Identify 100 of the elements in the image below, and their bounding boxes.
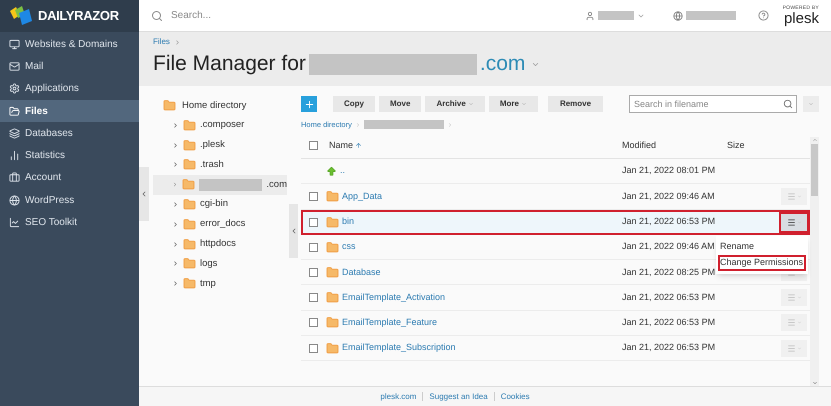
modified-date: Jan 21, 2022 09:46 AM bbox=[622, 190, 715, 201]
folder-icon bbox=[326, 216, 339, 229]
sidebar-item[interactable]: Statistics bbox=[0, 144, 139, 167]
sidebar-item[interactable]: SEO Toolkit bbox=[0, 211, 139, 234]
checkbox[interactable] bbox=[308, 141, 318, 150]
add-button[interactable] bbox=[301, 96, 317, 112]
folder-icon bbox=[183, 218, 196, 231]
folder-icon bbox=[163, 99, 176, 112]
tree-item-label: cgi-bin bbox=[200, 197, 228, 212]
tree-item[interactable]: error_docs bbox=[153, 214, 287, 234]
row-menu-button[interactable] bbox=[781, 214, 807, 231]
envelope-icon bbox=[9, 60, 20, 72]
file-name-link[interactable]: EmailTemplate_Activation bbox=[342, 290, 446, 304]
file-name-link[interactable]: .. bbox=[340, 164, 346, 178]
briefcase-icon bbox=[9, 172, 20, 184]
caret-icon bbox=[520, 101, 527, 107]
help-icon[interactable] bbox=[758, 10, 769, 21]
tree-item[interactable]: .plesk bbox=[153, 135, 287, 156]
menu-icon bbox=[786, 293, 796, 302]
user-icon[interactable] bbox=[584, 10, 595, 20]
globe-icon[interactable] bbox=[672, 10, 683, 20]
up-arrow-icon bbox=[326, 166, 337, 177]
plesk-logo[interactable]: plesk bbox=[784, 10, 819, 26]
page-title: File Manager for bbox=[153, 51, 306, 77]
redaction-bar bbox=[199, 178, 262, 191]
tree-item[interactable]: .trash bbox=[153, 155, 287, 175]
chevron-right-icon bbox=[172, 142, 179, 149]
column-header[interactable]: Name bbox=[329, 138, 362, 152]
menu-item[interactable]: Rename bbox=[718, 238, 806, 255]
chevron-up-icon bbox=[812, 137, 818, 143]
footer-link[interactable]: Cookies bbox=[500, 390, 530, 402]
footer-link[interactable]: plesk.com bbox=[380, 390, 416, 402]
tree-item[interactable]: httpdocs bbox=[153, 234, 287, 254]
search-field[interactable]: Search... bbox=[171, 8, 577, 23]
scrollbar[interactable] bbox=[810, 137, 819, 386]
sidebar-item[interactable]: Databases bbox=[0, 122, 139, 144]
chevron-right-icon bbox=[172, 220, 179, 228]
toolbar-button[interactable]: Remove bbox=[548, 96, 604, 112]
toolbar-button[interactable]: Copy bbox=[333, 96, 375, 112]
file-name-link[interactable]: EmailTemplate_Feature bbox=[342, 316, 438, 330]
table-row[interactable]: .. Jan 21, 2022 08:01 PM bbox=[301, 159, 810, 184]
caret-icon bbox=[796, 220, 802, 225]
brand-name: DAILYRAZOR bbox=[38, 7, 119, 26]
sidebar-item[interactable]: WordPress bbox=[0, 189, 139, 212]
folder-icon bbox=[326, 316, 339, 330]
bar-chart-icon bbox=[9, 150, 20, 162]
sidebar-item[interactable]: Account bbox=[0, 166, 139, 190]
toolbar-button[interactable]: More bbox=[488, 96, 538, 112]
column-header[interactable]: Modified bbox=[622, 138, 656, 152]
tree-item-label: .composer bbox=[200, 118, 244, 132]
tree-item-label: httpdocs bbox=[200, 237, 236, 252]
menu-icon bbox=[786, 318, 796, 328]
column-header[interactable]: Size bbox=[727, 138, 745, 152]
tree-item[interactable]: logs bbox=[153, 254, 287, 274]
toolbar-button[interactable]: Move bbox=[379, 96, 422, 112]
chevron-right-icon bbox=[172, 122, 179, 129]
checkbox[interactable] bbox=[308, 268, 318, 277]
sidebar-item[interactable]: Mail bbox=[0, 55, 139, 78]
tree-item[interactable]: .com bbox=[153, 174, 287, 195]
tree-item[interactable]: Home directory bbox=[182, 98, 246, 113]
tree-item[interactable]: .composer bbox=[153, 116, 287, 136]
redaction-bar bbox=[686, 11, 736, 20]
search-icon bbox=[151, 10, 163, 22]
checkbox[interactable] bbox=[308, 242, 318, 252]
sidebar-item[interactable]: Applications bbox=[0, 78, 139, 100]
file-name-link[interactable]: App_Data bbox=[342, 190, 382, 204]
sidebar-item[interactable]: Websites & Domains bbox=[0, 33, 139, 56]
checkbox[interactable] bbox=[308, 344, 318, 353]
checkbox[interactable] bbox=[308, 192, 318, 201]
table-row[interactable]: EmailTemplate_Subscription Jan 21, 2022 06:53 PM bbox=[301, 336, 810, 362]
toolbar-button[interactable]: Archive bbox=[425, 96, 485, 112]
breadcrumb-link[interactable]: Files bbox=[153, 36, 170, 48]
modified-date: Jan 21, 2022 06:53 PM bbox=[622, 216, 716, 226]
table-row[interactable]: EmailTemplate_Feature Jan 21, 2022 06:53 PM bbox=[301, 310, 810, 336]
checkbox[interactable] bbox=[308, 218, 318, 227]
caret-icon bbox=[808, 101, 814, 107]
checkbox[interactable] bbox=[308, 318, 318, 328]
table-row[interactable]: EmailTemplate_Activation Jan 21, 2022 06:53 PM bbox=[301, 285, 810, 311]
folder-icon bbox=[182, 178, 195, 192]
footer-link[interactable]: Suggest an Idea bbox=[429, 390, 488, 402]
file-name-link[interactable]: bin bbox=[342, 215, 354, 229]
search-icon bbox=[783, 99, 793, 109]
tree-item[interactable]: cgi-bin bbox=[153, 194, 287, 214]
chevron-right-icon bbox=[446, 122, 453, 128]
file-name-link[interactable]: EmailTemplate_Subscription bbox=[342, 341, 456, 355]
folder-icon bbox=[326, 190, 339, 203]
tree-item[interactable]: tmp bbox=[153, 274, 287, 294]
caret-icon bbox=[796, 320, 802, 326]
modified-date: Jan 21, 2022 06:53 PM bbox=[622, 292, 716, 302]
filename-search-field[interactable]: Search in filename bbox=[629, 95, 797, 113]
sidebar-item[interactable]: Files bbox=[0, 100, 139, 122]
collapse-handle[interactable] bbox=[289, 204, 298, 258]
file-name-link[interactable]: css bbox=[342, 240, 356, 254]
folder-icon bbox=[183, 238, 196, 251]
modified-date: Jan 21, 2022 08:01 PM bbox=[622, 165, 716, 176]
checkbox[interactable] bbox=[308, 293, 318, 302]
collapse-handle[interactable] bbox=[139, 167, 149, 221]
folder-icon bbox=[326, 342, 339, 355]
scrollbar-thumb[interactable] bbox=[811, 144, 818, 196]
folder-icon bbox=[326, 291, 339, 304]
